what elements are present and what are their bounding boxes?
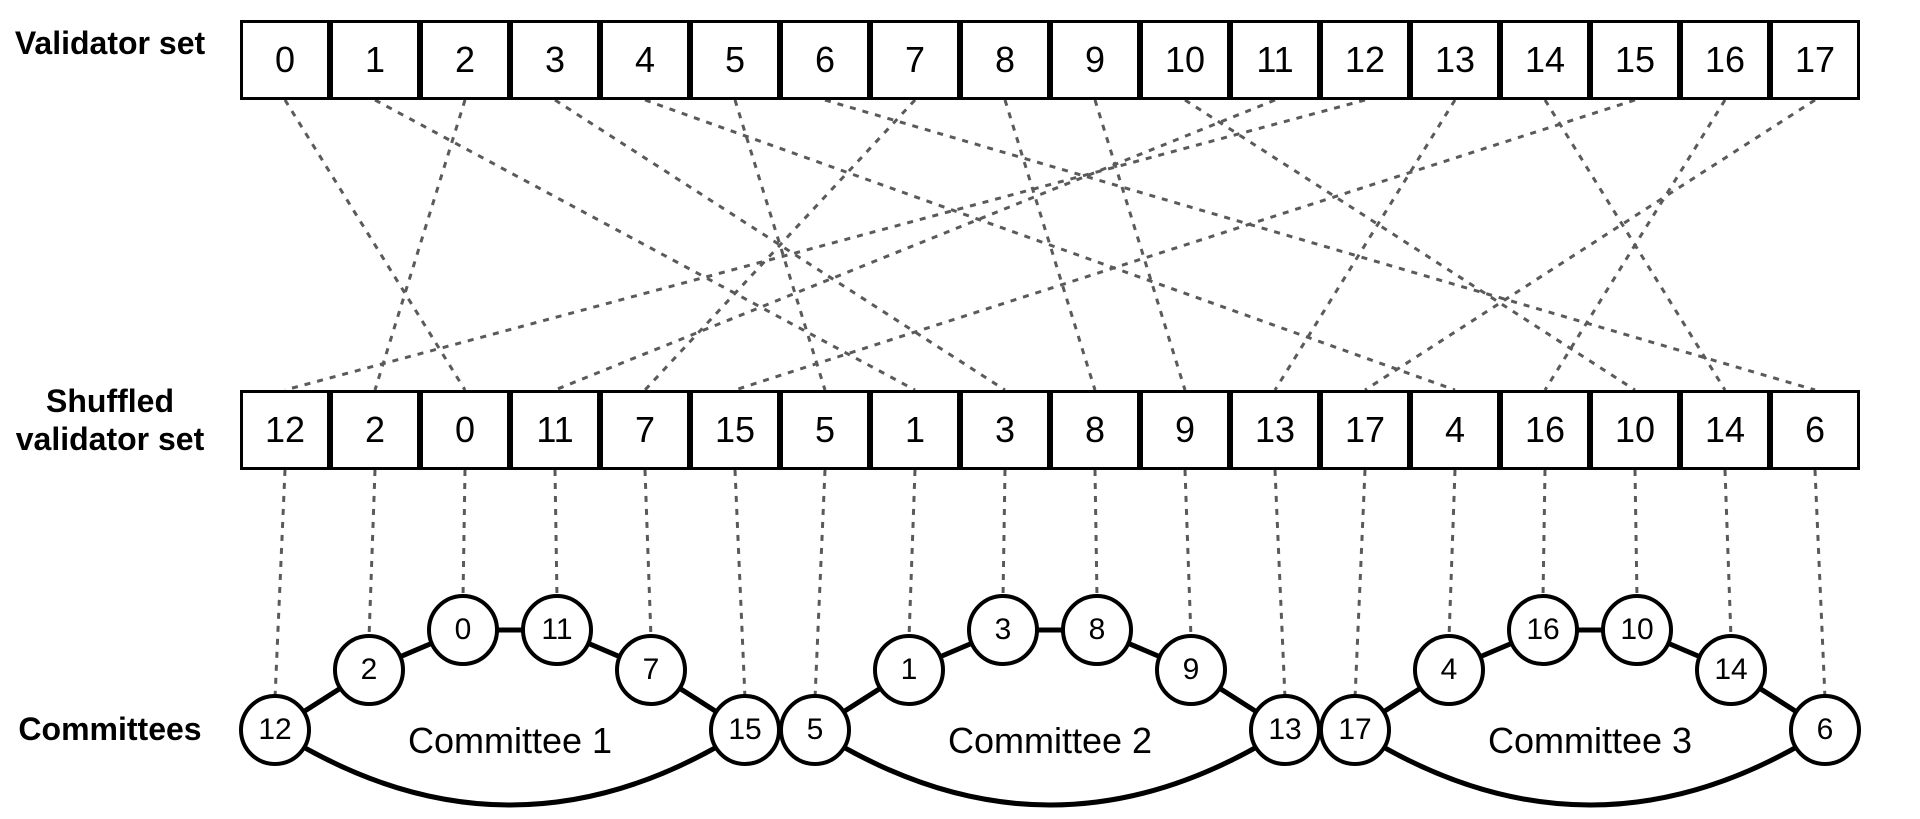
shuffled-cell: 7 [600,390,690,470]
shuffle-connector [645,100,915,390]
committee-node: 1 [873,634,945,706]
validator-cell: 6 [780,20,870,100]
validator-cell: 0 [240,20,330,100]
shuffle-connector [735,100,825,390]
shuffled-cell: 16 [1500,390,1590,470]
committee-node: 16 [1507,594,1579,666]
validator-cell: 9 [1050,20,1140,100]
shuffle-connector [1545,100,1725,390]
shuffled-cell: 5 [780,390,870,470]
committee-connector [815,470,825,698]
shuffled-cell: 1 [870,390,960,470]
validator-cell: 17 [1770,20,1860,100]
shuffle-connector [1005,100,1095,390]
validator-cell: 2 [420,20,510,100]
committee-name: Committee 1 [390,720,630,762]
shuffle-connector [285,100,465,390]
shuffled-cell: 8 [1050,390,1140,470]
committee-connector [909,470,915,638]
committee-connector [1725,470,1731,638]
committee-connector [735,470,745,698]
committee-node: 2 [333,634,405,706]
committee-connector [555,470,557,598]
shuffle-connector [825,100,1815,390]
shuffled-set-label: Shuffled validator set [0,382,220,459]
shuffle-connector [1095,100,1185,390]
shuffled-cell: 14 [1680,390,1770,470]
shuffled-cell: 15 [690,390,780,470]
shuffled-cell: 17 [1320,390,1410,470]
validator-cell: 3 [510,20,600,100]
shuffled-cell: 12 [240,390,330,470]
committee-node: 4 [1413,634,1485,706]
shuffle-connector [375,100,915,390]
validator-cell: 12 [1320,20,1410,100]
committee-node: 14 [1695,634,1767,706]
shuffled-cell: 2 [330,390,420,470]
committee-node: 12 [239,694,311,766]
committee-name: Committee 3 [1470,720,1710,762]
committee-node: 13 [1249,694,1321,766]
committee-connector [1449,470,1455,638]
shuffled-cell: 6 [1770,390,1860,470]
committee-connector [1543,470,1545,598]
shuffled-cell: 10 [1590,390,1680,470]
committee-node: 7 [615,634,687,706]
committee-node: 9 [1155,634,1227,706]
shuffle-connector [555,100,1005,390]
validator-cell: 1 [330,20,420,100]
shuffled-cell: 13 [1230,390,1320,470]
validator-cell: 4 [600,20,690,100]
committee-connector [369,470,375,638]
committee-connector [1275,470,1285,698]
validator-cell: 11 [1230,20,1320,100]
committee-connector [1815,470,1825,698]
committee-connector [1185,470,1191,638]
shuffled-cell: 9 [1140,390,1230,470]
validator-cell: 8 [960,20,1050,100]
shuffle-connector [375,100,465,390]
validator-cell: 7 [870,20,960,100]
committee-node: 8 [1061,594,1133,666]
shuffle-connector [1365,100,1815,390]
committee-node: 10 [1601,594,1673,666]
committee-node: 6 [1789,694,1861,766]
committee-node: 5 [779,694,851,766]
shuffle-connector [645,100,1455,390]
validator-cell: 5 [690,20,780,100]
committee-connector [1095,470,1097,598]
committee-connector [275,470,285,698]
validator-set-label: Validator set [0,24,220,62]
committee-node: 0 [427,594,499,666]
shuffle-connector [555,100,1275,390]
committee-name: Committee 2 [930,720,1170,762]
committee-node: 11 [521,594,593,666]
shuffled-cell: 0 [420,390,510,470]
validator-cell: 13 [1410,20,1500,100]
shuffled-cell: 11 [510,390,600,470]
shuffled-cell: 3 [960,390,1050,470]
committee-connector [463,470,465,598]
shuffle-connector [285,100,1365,390]
validator-cell: 15 [1590,20,1680,100]
committee-connector [1355,470,1365,698]
validator-cell: 14 [1500,20,1590,100]
committee-connector [1635,470,1637,598]
shuffle-connector [1275,100,1455,390]
diagram-container: Validator set Shuffled validator set Commi… [0,0,1920,819]
shuffled-cell: 4 [1410,390,1500,470]
committee-connector [645,470,651,638]
shuffle-connector [1545,100,1725,390]
validator-cell: 10 [1140,20,1230,100]
shuffle-connector [1185,100,1635,390]
validator-cell: 16 [1680,20,1770,100]
committee-node: 15 [709,694,781,766]
committee-node: 3 [967,594,1039,666]
committee-node: 17 [1319,694,1391,766]
committees-label: Committees [0,710,220,748]
committee-connector [1003,470,1005,598]
shuffle-connector [735,100,1635,390]
